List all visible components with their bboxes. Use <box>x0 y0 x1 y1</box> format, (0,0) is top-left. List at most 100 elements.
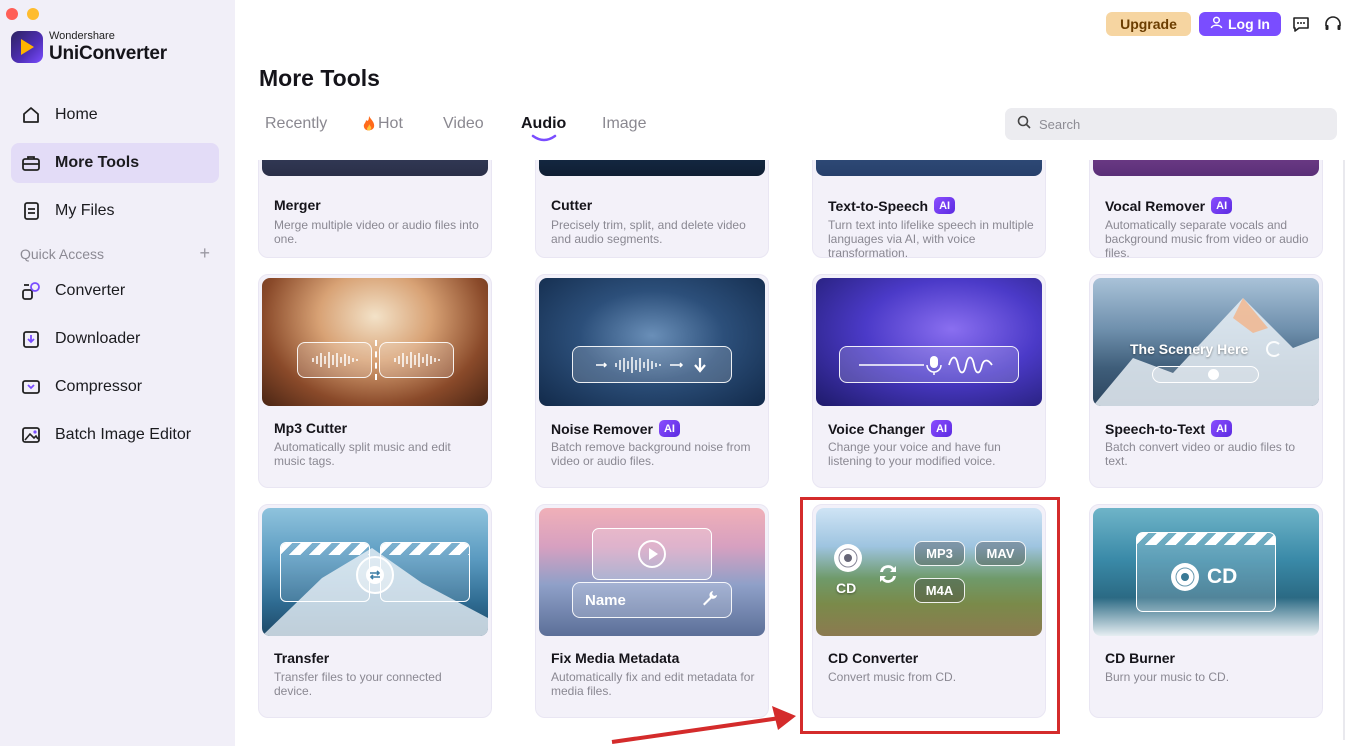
tab-recently[interactable]: Recently <box>265 115 327 133</box>
sidebar-item-batch-image-editor[interactable]: Batch Image Editor <box>11 415 219 455</box>
ai-badge: AI <box>1211 197 1233 214</box>
search-box[interactable] <box>1005 108 1337 140</box>
tool-title: Transfer <box>274 650 330 666</box>
tool-card-mp3-cutter[interactable]: Mp3 Cutter Automatically split music and… <box>258 274 492 488</box>
sidebar-item-my-files[interactable]: My Files <box>11 191 219 231</box>
sidebar-item-label: Compressor <box>55 378 143 395</box>
tool-description: Burn your music to CD. <box>1105 670 1230 684</box>
tool-title: Cutter <box>551 197 593 213</box>
sidebar-item-home[interactable]: Home <box>11 95 219 135</box>
tool-description: Batch remove background noise from video… <box>551 440 751 468</box>
tool-title: Speech-to-Text AI <box>1105 420 1233 437</box>
tool-description: Precisely trim, split, and delete video … <box>551 218 746 246</box>
tool-thumbnail <box>1093 160 1319 176</box>
cd-burner-label: CD <box>1207 565 1238 588</box>
search-input[interactable] <box>1039 116 1319 132</box>
transfer-icon <box>356 556 394 594</box>
support-headset-icon[interactable] <box>1322 13 1344 35</box>
tool-title: Text-to-Speech AI <box>828 197 956 214</box>
add-quick-access-icon[interactable]: + <box>199 244 210 262</box>
waveform-icon <box>297 342 372 378</box>
video-preview-icon <box>592 528 712 580</box>
file-icon <box>20 200 42 222</box>
tool-card-merger[interactable]: Merger Merge multiple video or audio fil… <box>258 160 492 258</box>
tool-description: Transfer files to your connected device. <box>274 670 442 698</box>
sidebar-item-label: Batch Image Editor <box>55 426 192 443</box>
tab-video[interactable]: Video <box>443 115 484 133</box>
tool-title: Voice Changer AI <box>828 420 952 437</box>
ai-badge: AI <box>931 420 952 437</box>
tool-description: Batch convert video or audio files to te… <box>1105 440 1296 468</box>
tool-description: Change your voice and have fun listening… <box>828 440 1001 468</box>
content-scrollbar[interactable] <box>1343 160 1345 740</box>
tool-description: Automatically fix and edit metadata for … <box>551 670 755 698</box>
tool-thumbnail <box>262 508 488 636</box>
tool-card-vocal-remover[interactable]: Vocal Remover AI Automatically separate v… <box>1089 160 1323 260</box>
toolbox-icon <box>20 152 42 174</box>
tool-card-speech-to-text[interactable]: The Scenery Here Speech-to-Text AI Batch … <box>1089 274 1323 488</box>
login-label: Log In <box>1228 16 1270 32</box>
converter-icon <box>20 280 42 302</box>
tool-thumbnail <box>262 160 488 176</box>
tool-card-noise-remover[interactable]: Noise Remover AI Batch remove background … <box>535 274 769 488</box>
tool-card-cd-burner[interactable]: CD CD Burner Burn your music to CD. <box>1089 504 1323 718</box>
ai-badge: AI <box>1211 420 1233 437</box>
noise-waveform-icon <box>572 346 732 383</box>
quick-access-header: Quick Access + <box>20 244 210 262</box>
metadata-name-label: Name <box>585 591 626 609</box>
tool-thumbnail: Name <box>539 508 765 636</box>
quick-access-label: Quick Access <box>20 246 105 262</box>
tool-title: CD Burner <box>1105 650 1176 666</box>
tool-card-cutter[interactable]: Cutter Precisely trim, split, and delete… <box>535 160 769 258</box>
tool-card-transfer[interactable]: Transfer Transfer files to your connecte… <box>258 504 492 718</box>
brand-company: Wondershare <box>49 30 115 42</box>
sidebar-item-label: Home <box>55 106 98 123</box>
app-logo <box>11 31 43 63</box>
sidebar-item-compressor[interactable]: Compressor <box>11 367 219 407</box>
tool-description: Turn text into lifelike speech in multip… <box>828 218 1034 260</box>
loading-spinner-icon <box>1266 341 1282 357</box>
tools-grid: Merger Merge multiple video or audio fil… <box>235 160 1347 746</box>
sidebar-item-label: Converter <box>55 282 126 299</box>
tool-card-fix-media-metadata[interactable]: Name Fix Media Metadata Automatically fi… <box>535 504 769 718</box>
sidebar-item-label: More Tools <box>55 154 140 171</box>
sidebar-item-downloader[interactable]: Downloader <box>11 319 219 359</box>
search-icon <box>1017 115 1031 134</box>
clapper-icon: CD <box>1136 532 1276 612</box>
tool-title: Fix Media Metadata <box>551 650 680 666</box>
tool-title: Noise Remover AI <box>551 420 680 437</box>
tool-title: Vocal Remover AI <box>1105 197 1233 214</box>
login-button[interactable]: Log In <box>1199 12 1281 36</box>
compressor-icon <box>20 376 42 398</box>
tool-thumbnail <box>539 278 765 406</box>
tool-card-text-to-speech[interactable]: Text-to-Speech AI Turn text into lifelike… <box>812 160 1046 260</box>
tool-thumbnail: CD <box>1093 508 1319 636</box>
page-title: More Tools <box>259 65 380 91</box>
tool-card-voice-changer[interactable]: Voice Changer AI Change your voice and ha… <box>812 274 1046 488</box>
sidebar-item-converter[interactable]: Converter <box>11 271 219 311</box>
tool-thumbnail <box>539 160 765 176</box>
tool-thumbnail <box>816 278 1042 406</box>
sidebar-item-label: Downloader <box>55 330 141 347</box>
tab-audio[interactable]: Audio <box>521 115 566 133</box>
feedback-icon[interactable] <box>1290 13 1312 35</box>
waveform-icon <box>379 342 454 378</box>
cut-line <box>375 340 377 380</box>
ai-badge: AI <box>658 420 680 437</box>
image-edit-icon <box>20 424 42 446</box>
sidebar-item-label: My Files <box>55 202 115 219</box>
user-icon <box>1210 16 1223 32</box>
wrench-icon <box>701 589 719 612</box>
close-window-button[interactable] <box>6 8 18 20</box>
tab-image[interactable]: Image <box>602 115 646 133</box>
minimize-window-button[interactable] <box>27 8 39 20</box>
tool-description: Merge multiple video or audio files into… <box>274 218 479 246</box>
sidebar-item-more-tools[interactable]: More Tools <box>11 143 219 183</box>
tool-title: Mp3 Cutter <box>274 420 348 436</box>
tab-hot[interactable]: Hot <box>361 115 403 133</box>
scenery-caption: The Scenery Here <box>1130 341 1249 357</box>
tool-title: Merger <box>274 197 321 213</box>
upgrade-button[interactable]: Upgrade <box>1106 12 1191 36</box>
tool-thumbnail <box>262 278 488 406</box>
downloader-icon <box>20 328 42 350</box>
